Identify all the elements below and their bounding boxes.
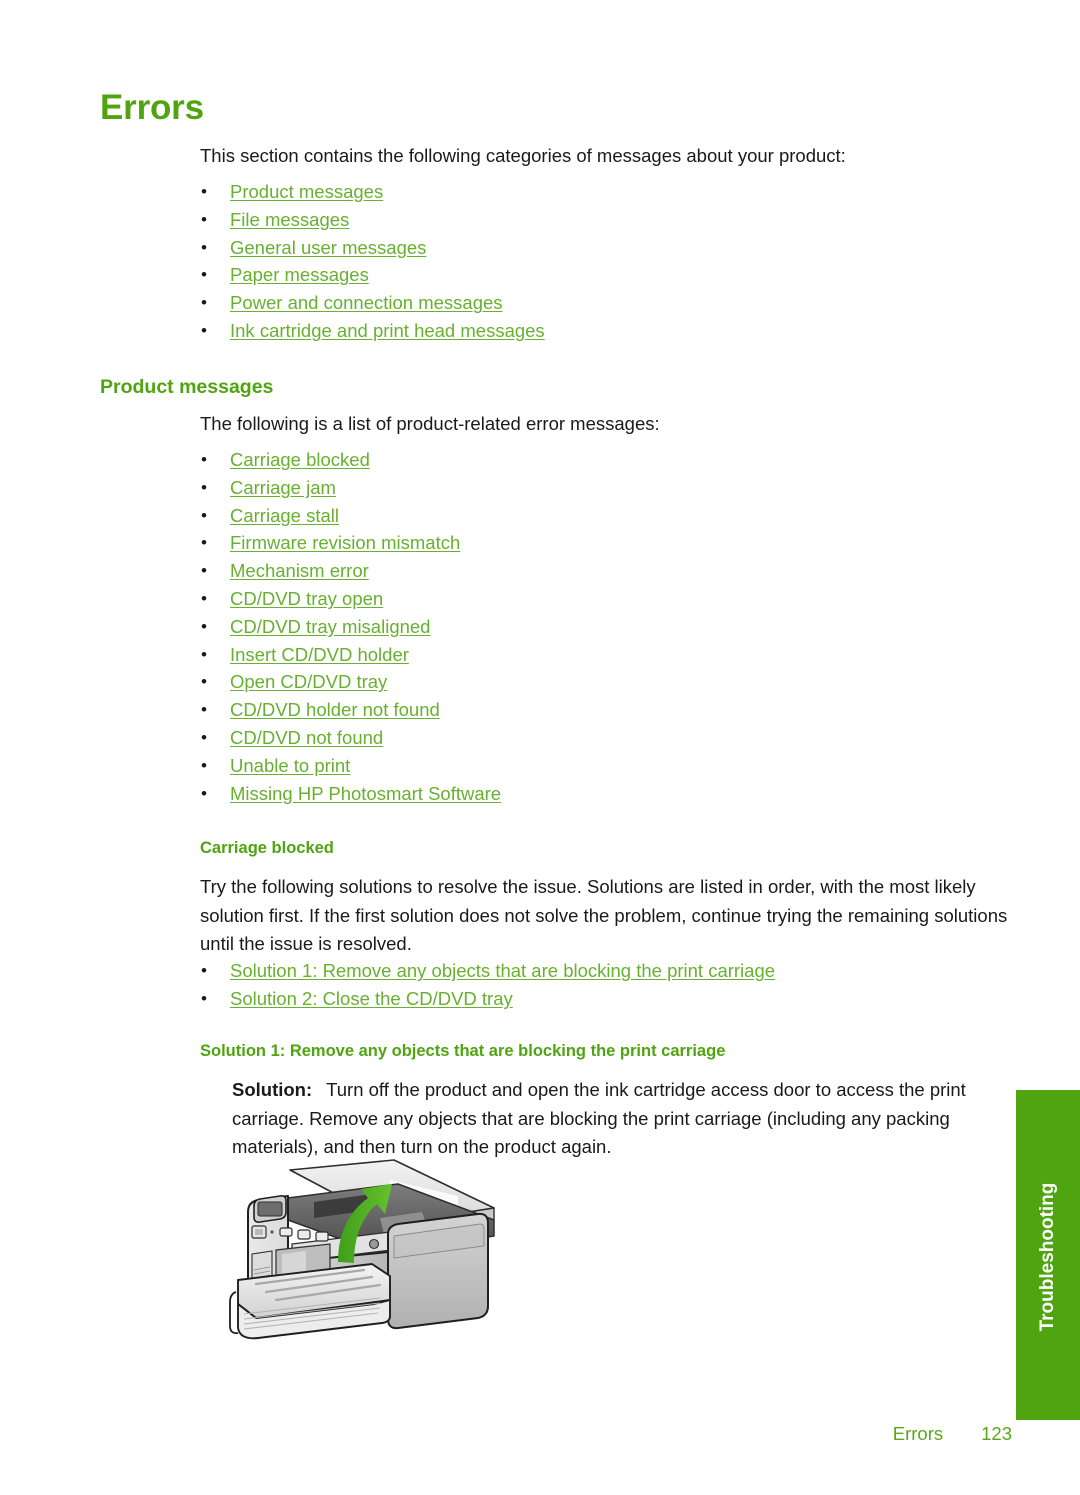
product-message-link-1[interactable]: Carriage jam — [230, 477, 336, 498]
list-item: • Missing HP Photosmart Software — [198, 780, 1028, 808]
document-page: Errors This section contains the followi… — [0, 0, 1080, 1495]
subsection-heading-carriage-blocked: Carriage blocked — [200, 839, 334, 857]
product-messages-intro: The following is a list of product-relat… — [200, 413, 660, 434]
product-message-link-9[interactable]: CD/DVD holder not found — [230, 699, 440, 720]
bullet-icon: • — [201, 988, 207, 1008]
list-item: • Solution 2: Close the CD/DVD tray — [198, 985, 1028, 1013]
bullet-icon: • — [201, 783, 207, 803]
list-item: • Ink cartridge and print head messages — [198, 317, 1028, 345]
product-message-link-5[interactable]: CD/DVD tray open — [230, 588, 383, 609]
product-message-link-4[interactable]: Mechanism error — [230, 560, 369, 581]
carriage-blocked-link-list: • Solution 1: Remove any objects that are… — [198, 957, 1028, 1013]
bullet-icon: • — [201, 293, 207, 313]
bullet-icon: • — [201, 644, 207, 664]
list-item: • Carriage jam — [198, 474, 1028, 502]
bullet-icon: • — [201, 616, 207, 636]
carriage-blocked-link-0[interactable]: Solution 1: Remove any objects that are … — [230, 960, 775, 981]
product-message-link-8[interactable]: Open CD/DVD tray — [230, 671, 387, 692]
product-message-link-3[interactable]: Firmware revision mismatch — [230, 532, 460, 553]
category-link-1[interactable]: File messages — [230, 209, 349, 230]
category-link-2[interactable]: General user messages — [230, 237, 426, 258]
category-link-4[interactable]: Power and connection messages — [230, 292, 503, 313]
list-item: • Product messages — [198, 178, 1028, 206]
carriage-blocked-paragraph: Try the following solutions to resolve t… — [200, 876, 1008, 954]
list-item: • Paper messages — [198, 261, 1028, 289]
category-link-3[interactable]: Paper messages — [230, 264, 369, 285]
list-item: • Mechanism error — [198, 557, 1028, 585]
list-item: • Carriage stall — [198, 502, 1028, 530]
list-item: • Firmware revision mismatch — [198, 529, 1028, 557]
bullet-icon: • — [201, 505, 207, 525]
product-message-link-list: • Carriage blocked • Carriage jam • Carriage … — [198, 446, 1028, 807]
printer-illustration — [222, 1158, 562, 1408]
list-item: • Power and connection messages — [198, 289, 1028, 317]
product-message-link-6[interactable]: CD/DVD tray misaligned — [230, 616, 430, 637]
bullet-icon: • — [201, 561, 207, 581]
product-message-link-0[interactable]: Carriage blocked — [230, 449, 370, 470]
list-item: • General user messages — [198, 234, 1028, 262]
list-item: • Unable to print — [198, 752, 1028, 780]
product-message-link-11[interactable]: Unable to print — [230, 755, 350, 776]
bullet-icon: • — [201, 265, 207, 285]
list-item: • CD/DVD tray open — [198, 585, 1028, 613]
bullet-icon: • — [201, 237, 207, 257]
section-heading-product-messages: Product messages — [100, 376, 274, 398]
bullet-icon: • — [201, 755, 207, 775]
category-link-0[interactable]: Product messages — [230, 181, 383, 202]
bullet-icon: • — [201, 700, 207, 720]
solution-label: Solution: — [232, 1079, 313, 1100]
bullet-icon: • — [201, 672, 207, 692]
product-message-link-2[interactable]: Carriage stall — [230, 505, 339, 526]
solution-1-body: Solution: Turn off the product and open t… — [232, 1076, 1012, 1162]
category-link-list: • Product messages • File messages • General … — [198, 178, 1028, 345]
list-item: • Solution 1: Remove any objects that are… — [198, 957, 1028, 985]
page-title: Errors — [100, 88, 204, 127]
solution-1-heading: Solution 1: Remove any objects that are … — [200, 1042, 726, 1060]
list-item: • Open CD/DVD tray — [198, 668, 1028, 696]
list-item: • File messages — [198, 206, 1028, 234]
intro-paragraph: This section contains the following cate… — [200, 145, 846, 166]
list-item: • Insert CD/DVD holder — [198, 641, 1028, 669]
list-item: • CD/DVD tray misaligned — [198, 613, 1028, 641]
category-link-5[interactable]: Ink cartridge and print head messages — [230, 320, 545, 341]
list-item: • Carriage blocked — [198, 446, 1028, 474]
side-tab-label: Troubleshooting — [1037, 1182, 1058, 1332]
side-tab-rotation-wrapper: Troubleshooting — [1016, 1090, 1080, 1420]
product-message-link-10[interactable]: CD/DVD not found — [230, 727, 383, 748]
bullet-icon: • — [201, 533, 207, 553]
bullet-icon: • — [201, 588, 207, 608]
footer-page-number: 123 — [981, 1423, 1012, 1444]
footer-section-name: Errors — [892, 1423, 944, 1444]
product-message-link-7[interactable]: Insert CD/DVD holder — [230, 644, 409, 665]
bullet-icon: • — [201, 182, 207, 201]
bullet-icon: • — [201, 477, 207, 497]
carriage-blocked-link-1[interactable]: Solution 2: Close the CD/DVD tray — [230, 988, 513, 1009]
page-footer: Errors 123 — [0, 1423, 1012, 1445]
printer-right-module — [387, 1212, 489, 1330]
solution-body-text: Turn off the product and open the ink ca… — [232, 1079, 966, 1157]
product-message-link-12[interactable]: Missing HP Photosmart Software — [230, 783, 501, 804]
bullet-icon: • — [201, 209, 207, 229]
bullet-icon: • — [201, 320, 207, 340]
side-tab-troubleshooting: Troubleshooting — [1016, 1090, 1080, 1420]
bullet-icon: • — [201, 961, 207, 980]
list-item: • CD/DVD not found — [198, 724, 1028, 752]
bullet-icon: • — [201, 727, 207, 747]
bullet-icon: • — [201, 450, 207, 469]
list-item: • CD/DVD holder not found — [198, 696, 1028, 724]
